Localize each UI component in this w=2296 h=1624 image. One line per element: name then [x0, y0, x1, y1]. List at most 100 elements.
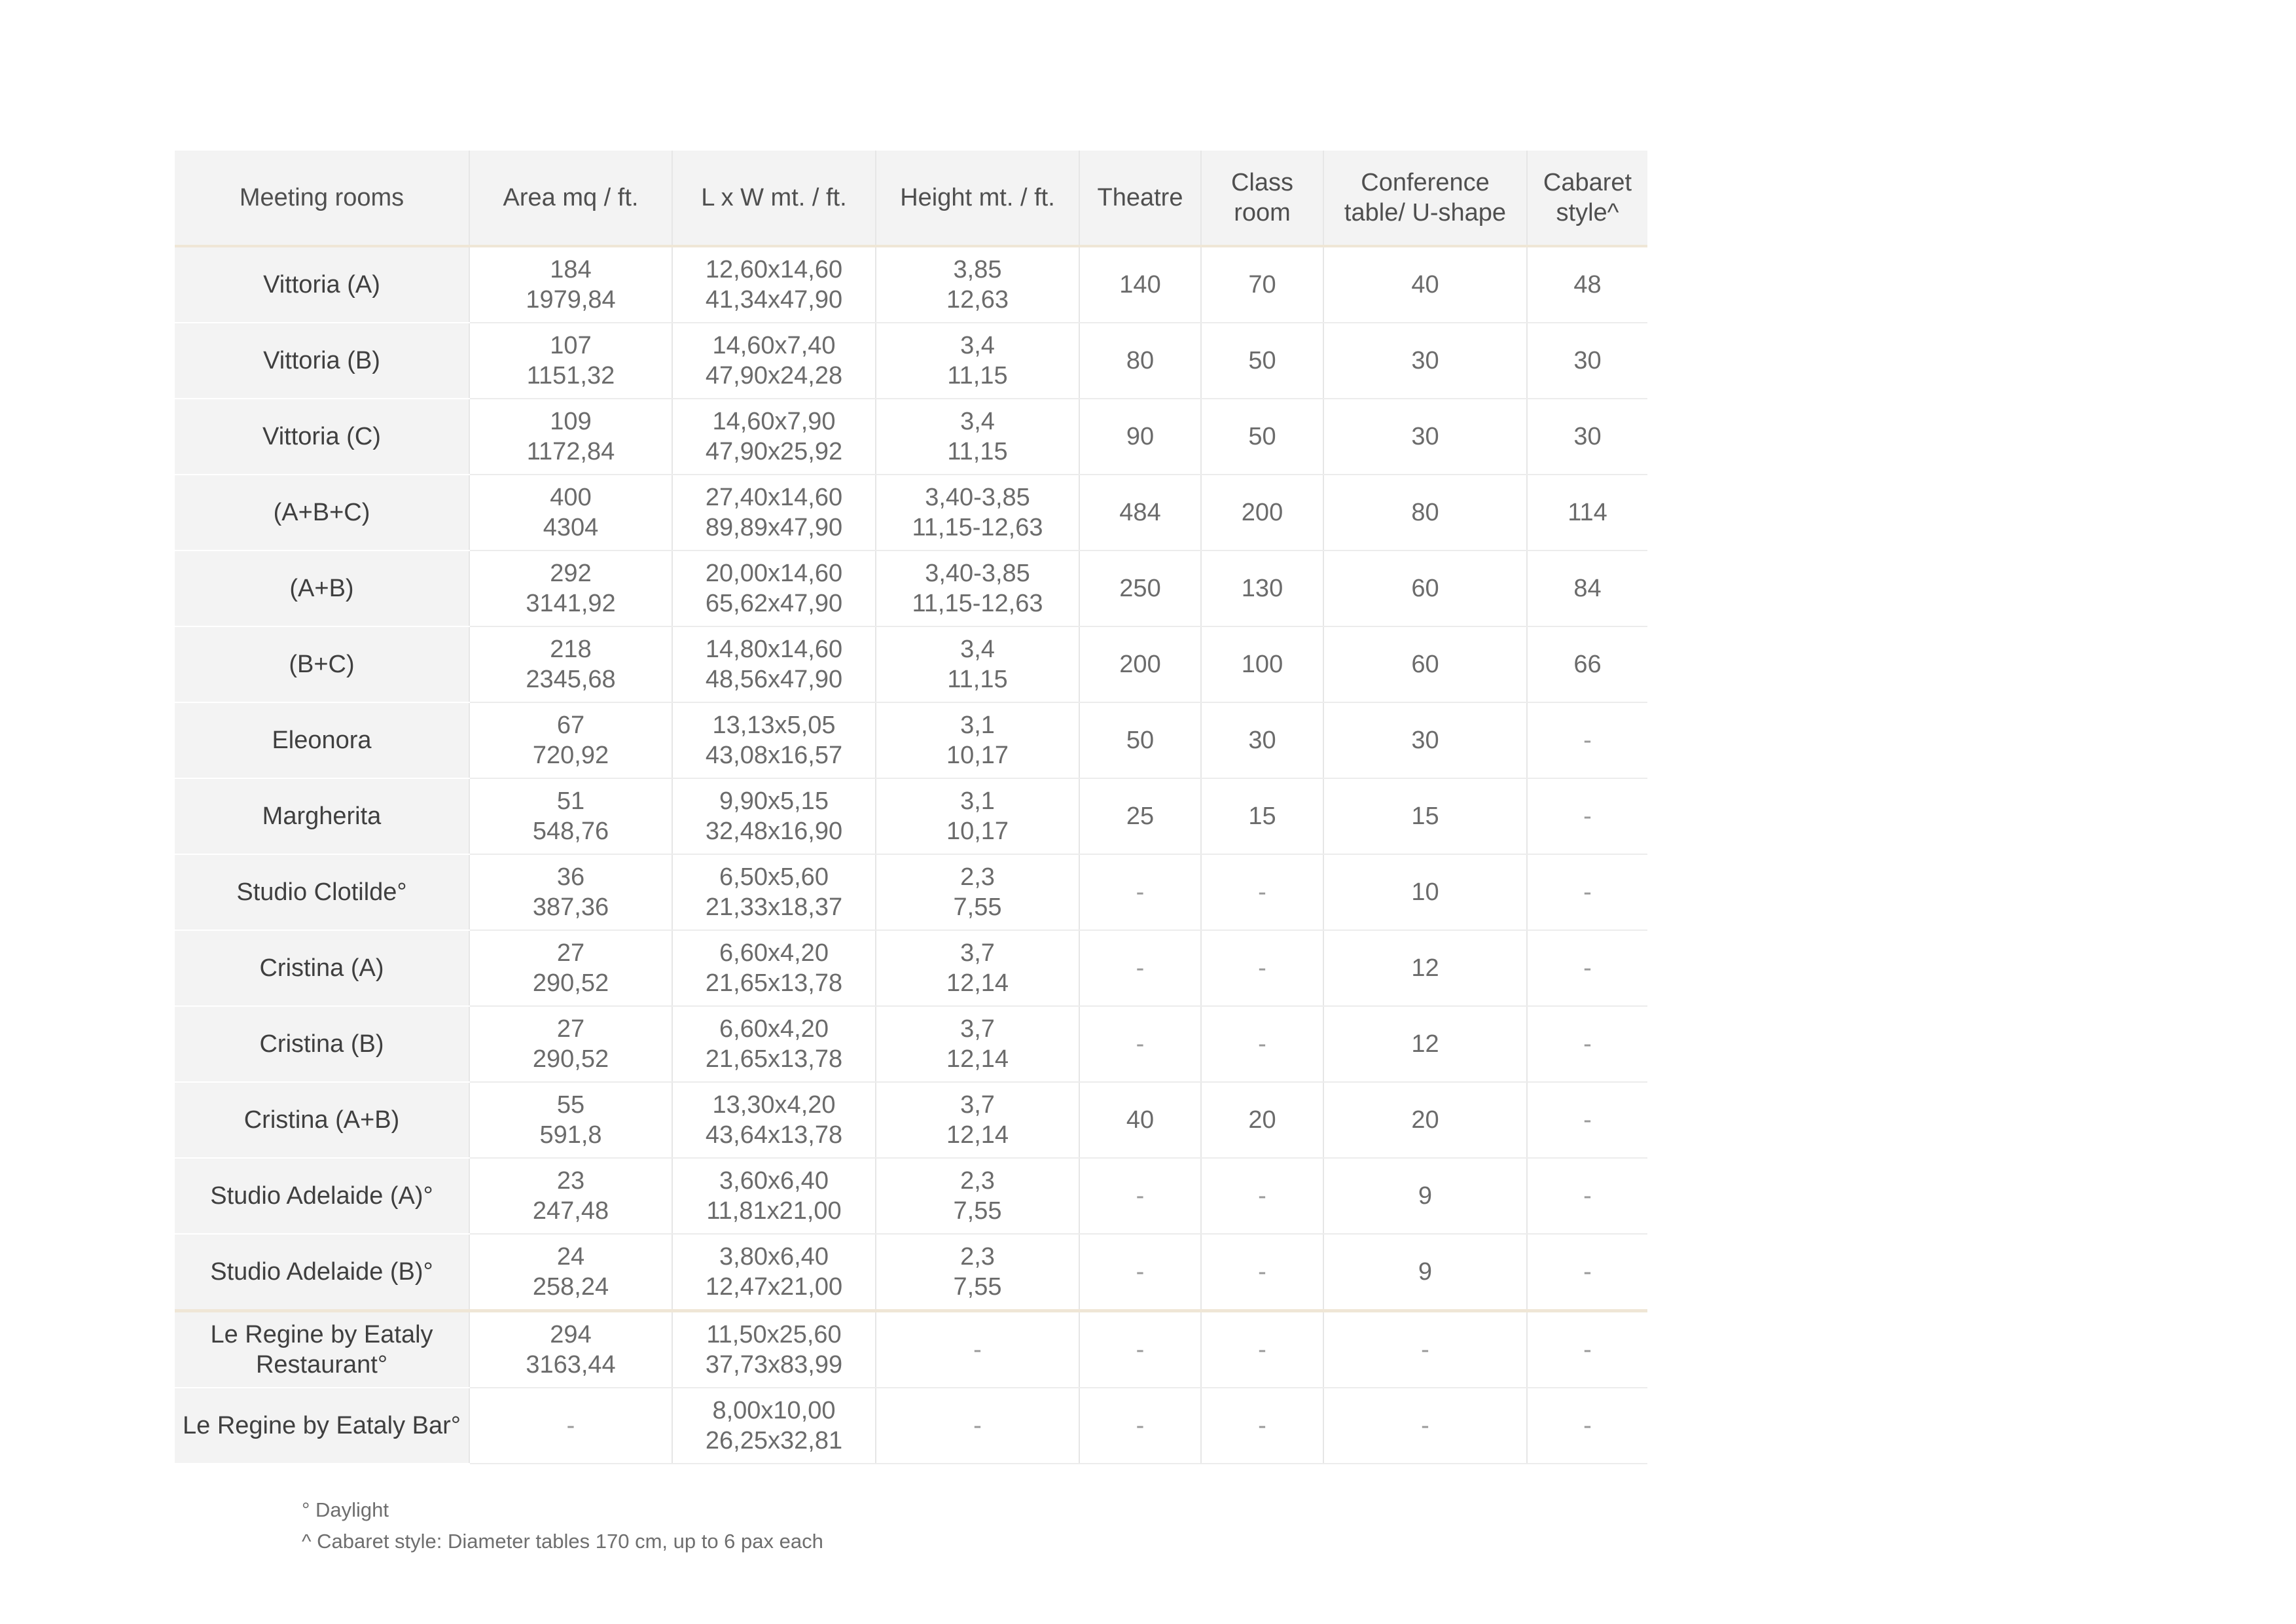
conference-capacity-cell: 15 [1323, 778, 1527, 855]
header-theatre: Theatre [1079, 151, 1201, 247]
area-cell: 23 247,48 [469, 1158, 672, 1235]
cell-line: 67 [556, 712, 585, 739]
cell-line: 4304 [543, 514, 599, 541]
header-line: Cabaret [1543, 169, 1632, 196]
room-name-cell: Vittoria (A) [175, 246, 469, 323]
header-line: room [1234, 199, 1291, 226]
cell-line: 3,80x6,40 [719, 1243, 829, 1271]
footnotes: ° Daylight ^ Cabaret style: Diameter tab… [302, 1494, 823, 1557]
area-cell: 67 720,92 [469, 702, 672, 779]
theatre-capacity-cell: 140 [1079, 246, 1201, 323]
room-name-cell: (A+B) [175, 550, 469, 627]
cell-line: 3,7 [960, 1091, 995, 1119]
table-row: Vittoria (C) 109 1172,84 14,60x7,90 47,90x25… [175, 399, 1647, 475]
cell-line: 21,65x13,78 [705, 969, 843, 997]
cell-line: Margherita [262, 803, 382, 830]
dimensions-cell: 6,60x4,20 21,65x13,78 [672, 930, 876, 1007]
cell-line: 6,60x4,20 [719, 1015, 829, 1043]
classroom-capacity-cell: 50 [1200, 399, 1323, 475]
cell-line: 290,52 [532, 1045, 609, 1073]
cell-line: 107 [550, 332, 592, 359]
classroom-capacity-cell: 130 [1200, 550, 1323, 627]
table-row: Le Regine by Eataly Bar° - 8,00x10,00 26,25… [175, 1388, 1647, 1464]
area-cell: 24 258,24 [469, 1234, 672, 1312]
cell-line: 27 [556, 1015, 585, 1043]
cell-line: 3,7 [960, 939, 995, 967]
cell-line: 12,14 [946, 969, 1009, 997]
cell-line: 21,33x18,37 [705, 893, 843, 921]
theatre-capacity-cell: 90 [1079, 399, 1201, 475]
area-cell: 218 2345,68 [469, 626, 672, 703]
cell-line: 10,17 [946, 742, 1009, 769]
header-line: Height mt. / ft. [900, 184, 1055, 211]
height-cell: 2,3 7,55 [875, 1234, 1079, 1312]
theatre-capacity-cell: - [1079, 1006, 1201, 1083]
table-row: Vittoria (B) 107 1151,32 14,60x7,40 47,90x24… [175, 323, 1647, 399]
cell-line: 290,52 [532, 969, 609, 997]
cell-line: 3,4 [960, 408, 995, 435]
dimensions-cell: 6,50x5,60 21,33x18,37 [672, 854, 876, 931]
classroom-capacity-cell: 50 [1200, 323, 1323, 399]
cell-line: 14,60x7,90 [712, 408, 836, 435]
height-cell: 3,40-3,85 11,15-12,63 [875, 550, 1079, 627]
cell-line: - [973, 1412, 982, 1439]
cell-line: 3,85 [953, 256, 1002, 283]
table-row: Vittoria (A) 184 1979,84 12,60x14,60 41,34x4… [175, 246, 1647, 323]
room-name-cell: Cristina (A+B) [175, 1082, 469, 1159]
cell-line: 292 [550, 560, 592, 587]
table-row: (A+B+C) 400 4304 27,40x14,60 89,89x47,90 3,40… [175, 475, 1647, 551]
theatre-capacity-cell: 50 [1079, 702, 1201, 779]
header-length-width: L x W mt. / ft. [672, 151, 876, 247]
cell-line: 3,1 [960, 712, 995, 739]
dimensions-cell: 20,00x14,60 65,62x47,90 [672, 550, 876, 627]
cell-line: 89,89x47,90 [705, 514, 843, 541]
cell-line: 3163,44 [526, 1351, 616, 1379]
dimensions-cell: 3,60x6,40 11,81x21,00 [672, 1158, 876, 1235]
cell-line: 6,50x5,60 [719, 863, 829, 891]
theatre-capacity-cell: 25 [1079, 778, 1201, 855]
cell-line: 258,24 [532, 1273, 609, 1301]
cell-line: 11,15 [947, 362, 1008, 389]
cell-line: 218 [550, 636, 592, 663]
theatre-capacity-cell: 80 [1079, 323, 1201, 399]
height-cell: 3,85 12,63 [875, 246, 1079, 323]
cell-line: 11,50x25,60 [706, 1321, 842, 1348]
classroom-capacity-cell: 200 [1200, 475, 1323, 551]
room-name-cell: Studio Adelaide (A)° [175, 1158, 469, 1235]
cell-line: Cristina (A+B) [243, 1106, 400, 1134]
height-cell: 3,7 12,14 [875, 1082, 1079, 1159]
cell-line: Studio Adelaide (A)° [210, 1182, 433, 1210]
dimensions-cell: 14,60x7,40 47,90x24,28 [672, 323, 876, 399]
cell-line: 14,60x7,40 [712, 332, 836, 359]
table-body: Vittoria (A) 184 1979,84 12,60x14,60 41,34x4… [175, 246, 1647, 1464]
area-cell: 51 548,76 [469, 778, 672, 855]
classroom-capacity-cell: - [1200, 854, 1323, 931]
height-cell: 3,4 11,15 [875, 399, 1079, 475]
cell-line: 3,4 [960, 636, 995, 663]
height-cell: 3,4 11,15 [875, 626, 1079, 703]
cell-line: 24 [556, 1243, 585, 1271]
cell-line: 12,14 [946, 1121, 1009, 1149]
table-row: Cristina (A) 27 290,52 6,60x4,20 21,65x13,78… [175, 930, 1647, 1007]
cell-line: (A+B) [289, 575, 354, 602]
height-cell: 2,3 7,55 [875, 854, 1079, 931]
cell-line: 7,55 [953, 1197, 1002, 1225]
cell-line: 3141,92 [526, 590, 616, 617]
height-cell: 3,7 12,14 [875, 1006, 1079, 1083]
conference-capacity-cell: 30 [1323, 702, 1527, 779]
cell-line: 7,55 [953, 1273, 1002, 1301]
cell-line: 32,48x16,90 [705, 818, 843, 845]
cell-line: 51 [556, 787, 585, 815]
cell-line: 37,73x83,99 [705, 1351, 843, 1379]
cell-line: 3,40-3,85 [925, 484, 1030, 511]
cell-line: 1172,84 [526, 438, 615, 465]
area-cell: 27 290,52 [469, 1006, 672, 1083]
cell-line: - [566, 1412, 575, 1439]
dimensions-cell: 6,60x4,20 21,65x13,78 [672, 1006, 876, 1083]
classroom-capacity-cell: 70 [1200, 246, 1323, 323]
cell-line: 11,15-12,63 [912, 590, 1043, 617]
cell-line: 11,15 [947, 666, 1008, 693]
room-name-cell: Vittoria (C) [175, 399, 469, 475]
height-cell: 3,7 12,14 [875, 930, 1079, 1007]
cabaret-capacity-cell: - [1526, 778, 1647, 855]
